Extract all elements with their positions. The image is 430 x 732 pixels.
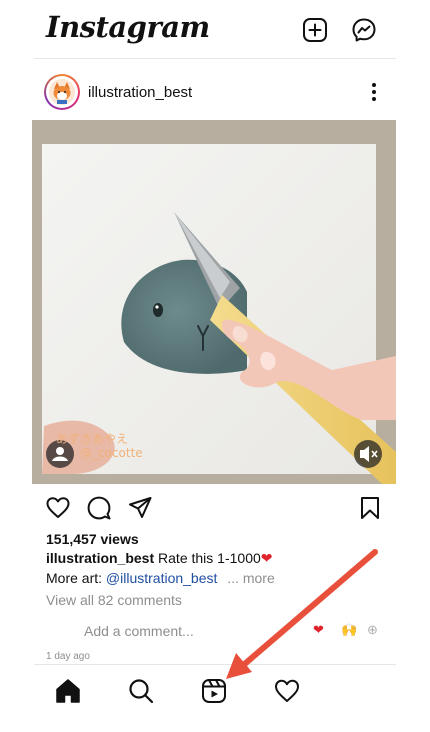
caption-heart-emoji: ❤ <box>260 550 273 566</box>
more-art-handle-link[interactable]: @illustration_best <box>106 570 218 586</box>
add-comment-input[interactable]: Add a comment... <box>84 623 194 639</box>
home-icon[interactable] <box>54 677 82 705</box>
post-actions <box>0 488 430 528</box>
post-timestamp: 1 day ago <box>46 651 90 662</box>
post-caption: illustration_best Rate this 1-1000❤ <box>46 550 273 567</box>
instagram-logo: Instagram <box>46 10 210 44</box>
messenger-icon[interactable] <box>351 17 377 43</box>
media-watermark: あずきあやえ @_cocotte <box>56 432 143 460</box>
fox-avatar-image <box>49 79 75 105</box>
bookmark-icon[interactable] <box>357 495 383 521</box>
paper-plane-icon[interactable] <box>127 495 153 521</box>
more-art-label: More art: <box>46 570 103 586</box>
watercolor-painting-image <box>32 120 396 484</box>
activity-heart-icon[interactable] <box>273 677 301 705</box>
post-header: illustration_best <box>0 66 430 120</box>
comment-icon[interactable] <box>86 495 112 521</box>
bottom-nav <box>0 665 430 717</box>
caption-more-art: More art: @illustration_best ... more <box>46 570 275 586</box>
search-icon[interactable] <box>127 677 155 705</box>
caption-more-link[interactable]: ... more <box>227 570 274 586</box>
header-divider <box>34 58 396 59</box>
view-comments-link[interactable]: View all 82 comments <box>46 592 182 608</box>
avatar[interactable] <box>44 74 80 110</box>
post-media[interactable]: あずきあやえ @_cocotte <box>32 120 396 484</box>
top-bar: Instagram <box>0 0 430 58</box>
view-count: 151,457 views <box>46 531 139 547</box>
heart-icon[interactable] <box>45 495 71 521</box>
add-reaction-icon[interactable]: ⊕ <box>367 622 378 638</box>
plus-square-icon[interactable] <box>302 17 328 43</box>
caption-text: Rate this 1-1000 <box>158 550 261 566</box>
more-options-icon[interactable] <box>364 80 384 104</box>
caption-username[interactable]: illustration_best <box>46 550 154 566</box>
quick-reaction-hands[interactable]: 🙌 <box>341 622 357 638</box>
post-username[interactable]: illustration_best <box>88 84 192 101</box>
quick-reaction-heart[interactable]: ❤ <box>313 622 324 638</box>
reels-icon[interactable] <box>200 677 228 705</box>
